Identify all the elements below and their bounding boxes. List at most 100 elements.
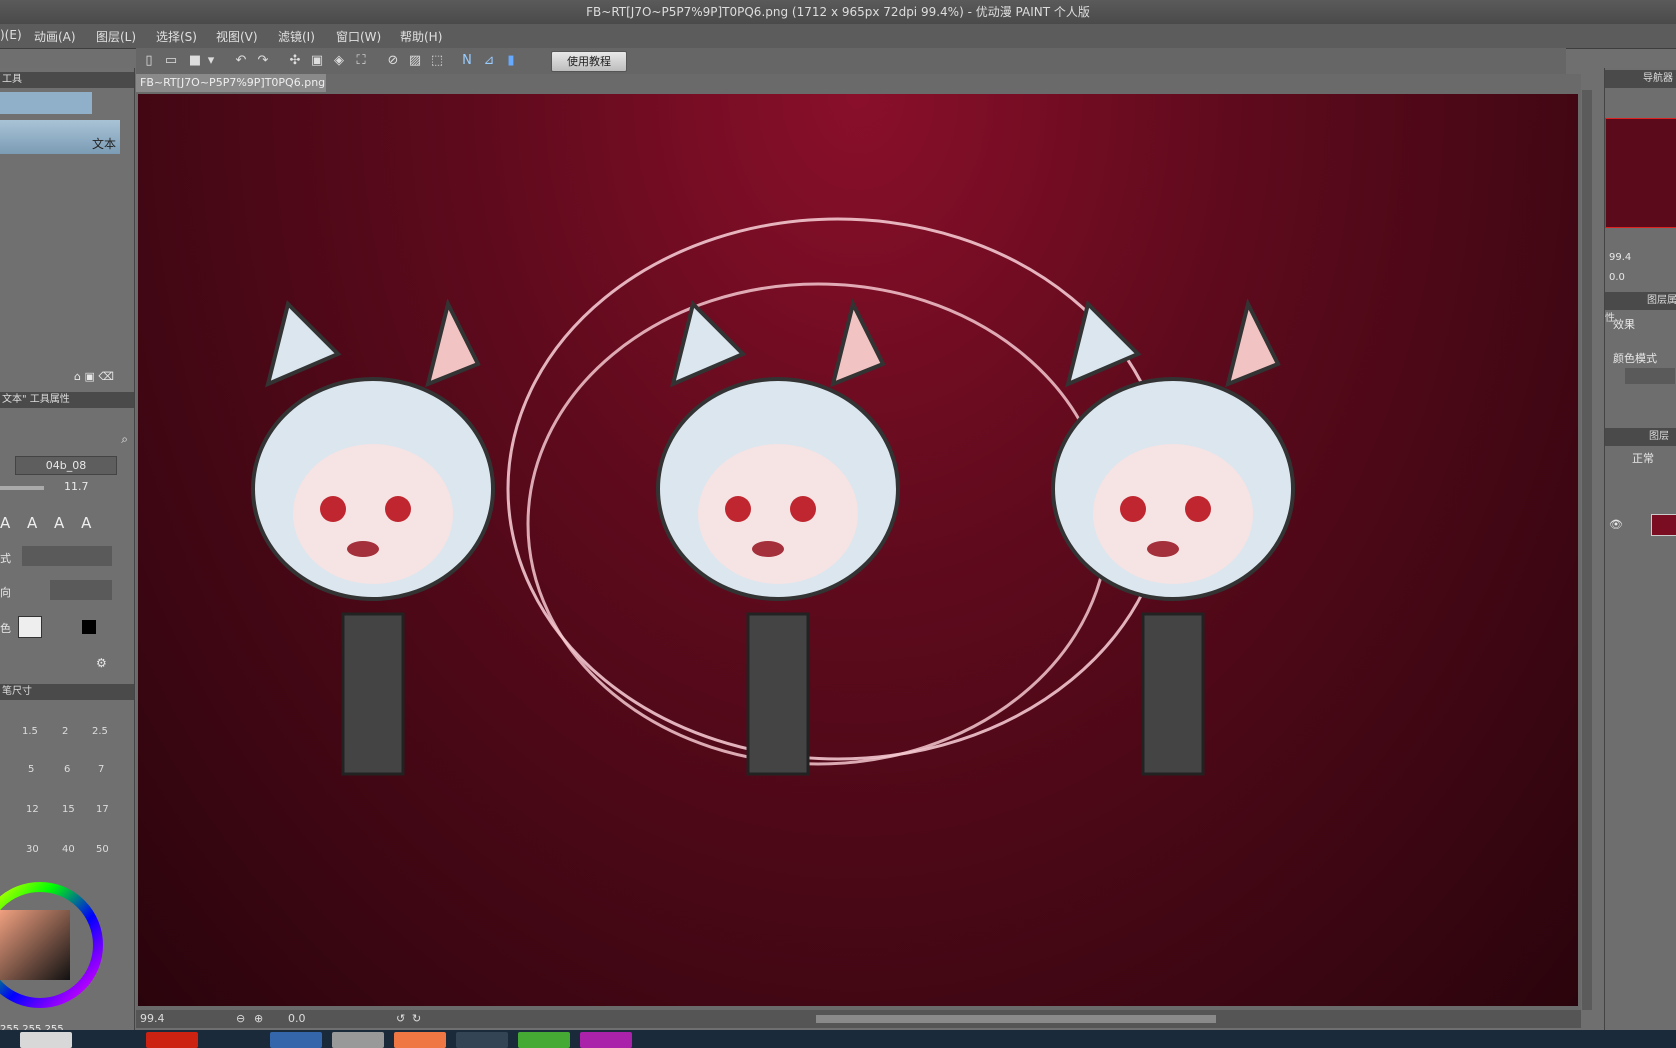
brush-size-option[interactable]: 40 bbox=[62, 844, 75, 855]
alignment-buttons[interactable] bbox=[22, 546, 112, 566]
style-label: 式 bbox=[0, 552, 11, 565]
navigator-zoom-value[interactable]: 99.4 bbox=[1609, 252, 1631, 263]
status-rotate-value[interactable]: 0.0 bbox=[288, 1010, 306, 1028]
main-color-swatch[interactable] bbox=[18, 616, 42, 638]
brush-size-option[interactable]: 5 bbox=[28, 764, 34, 775]
layer-panel-header: 图层 bbox=[1605, 428, 1676, 446]
menu-bar: )(E) 动画(A) 图层(L) 选择(S) 视图(V) 滤镜(I) 窗口(W)… bbox=[0, 24, 1676, 49]
taskbar-app-icon[interactable] bbox=[394, 1032, 446, 1048]
tool-group-button[interactable] bbox=[0, 92, 92, 114]
menu-view[interactable]: 视图(V) bbox=[216, 28, 258, 45]
brush-size-option[interactable]: 6 bbox=[64, 764, 70, 775]
direction-label: 向 bbox=[0, 586, 11, 599]
redo-icon[interactable]: ↷ bbox=[254, 52, 272, 70]
color-mode-button[interactable] bbox=[1625, 368, 1675, 384]
color-mode-label: 颜色模式 bbox=[1613, 352, 1657, 365]
effect-label: 效果 bbox=[1613, 318, 1635, 331]
font-select[interactable]: 04b_08 bbox=[15, 456, 117, 475]
save-dropdown-icon[interactable]: ▾ bbox=[202, 52, 220, 70]
brush-size-option[interactable]: 15 bbox=[62, 804, 75, 815]
canvas-artwork: m bbox=[251, 217, 1295, 776]
document-tab-label: FB~RT[J7O~P5P7%9P]T0PQ6.png bbox=[140, 76, 326, 89]
bucket-icon[interactable]: ◈ bbox=[330, 52, 348, 70]
clear-icon[interactable]: ✣ bbox=[286, 52, 304, 70]
tool-panel-header: 工具 bbox=[0, 72, 134, 88]
menu-edit[interactable]: )(E) bbox=[0, 28, 22, 42]
menu-filter[interactable]: 滤镜(I) bbox=[278, 28, 315, 45]
layer-thumbnail[interactable] bbox=[1651, 514, 1676, 536]
brush-size-header: 笔尺寸 bbox=[0, 684, 134, 700]
rotate-left-icon[interactable]: ↺ bbox=[396, 1010, 405, 1028]
right-panel: 导航器 99.4 0.0 图层属性 效果 颜色模式 图层 正常 👁 bbox=[1604, 68, 1676, 1033]
snap-grid-icon[interactable]: ⊿ bbox=[480, 52, 498, 70]
menu-layer[interactable]: 图层(L) bbox=[96, 28, 136, 45]
window-title: FB~RT[J7O~P5P7%9P]T0PQ6.png (1712 x 965p… bbox=[0, 0, 1676, 25]
layer-panel-title: 图层 bbox=[1649, 431, 1669, 442]
taskbar-app-icon[interactable] bbox=[580, 1032, 632, 1048]
tool-panel-footer-icons[interactable]: ⌂ ▣ ⌫ bbox=[74, 370, 114, 383]
search-icon[interactable]: ⌕ bbox=[121, 432, 128, 447]
os-taskbar bbox=[0, 1030, 1676, 1048]
invert-selection-icon[interactable]: ▨ bbox=[406, 52, 424, 70]
horizontal-scrollbar[interactable] bbox=[816, 1015, 1216, 1023]
color-label: 色 bbox=[0, 622, 11, 635]
menu-animation[interactable]: 动画(A) bbox=[34, 28, 76, 45]
brush-size-grid[interactable]: 1.5 2 2.5 5 6 7 12 15 17 30 40 50 bbox=[0, 704, 120, 864]
taskbar-app-icon[interactable] bbox=[456, 1032, 508, 1048]
rotate-right-icon[interactable]: ↻ bbox=[412, 1010, 421, 1028]
text-tool-item[interactable]: 文本 bbox=[0, 120, 120, 154]
command-bar: ▯ ▭ ■ ▾ ↶ ↷ ✣ ▣ ◈ ⛶ ⊘ ▨ ⬚ N ⊿ ▮ 使用教程 bbox=[136, 48, 1566, 75]
drawing-canvas[interactable]: m bbox=[138, 94, 1578, 1006]
brush-size-option[interactable]: 17 bbox=[96, 804, 109, 815]
new-file-icon[interactable]: ▯ bbox=[140, 52, 158, 70]
brush-size-option[interactable]: 2 bbox=[62, 726, 68, 737]
brush-size-option[interactable]: 7 bbox=[98, 764, 104, 775]
settings-icon[interactable]: ⚙ bbox=[96, 656, 107, 670]
layer-property-header: 图层属性 bbox=[1605, 292, 1676, 324]
taskbar-app-icon[interactable] bbox=[518, 1032, 570, 1048]
chibi-character-right bbox=[1051, 298, 1295, 776]
navigator-preview[interactable] bbox=[1605, 118, 1676, 228]
text-style-buttons[interactable]: A A A A bbox=[0, 514, 97, 532]
layer-visibility-icon[interactable]: 👁 bbox=[1609, 518, 1623, 531]
status-zoom-value[interactable]: 99.4 bbox=[140, 1010, 165, 1028]
snap-ruler-icon[interactable]: N bbox=[458, 52, 476, 70]
undo-icon[interactable]: ↶ bbox=[232, 52, 250, 70]
menu-window[interactable]: 窗口(W) bbox=[336, 28, 381, 45]
canvas-vertical-scrollbar[interactable] bbox=[1582, 90, 1592, 1010]
brush-size-option[interactable]: 50 bbox=[96, 844, 109, 855]
direction-buttons[interactable] bbox=[50, 580, 112, 600]
font-size-value[interactable]: 11.7 bbox=[64, 480, 89, 493]
taskbar-app-icon[interactable] bbox=[332, 1032, 384, 1048]
brush-size-option[interactable]: 12 bbox=[26, 804, 39, 815]
snap-point-icon[interactable]: ▮ bbox=[502, 52, 520, 70]
sub-color-swatch[interactable] bbox=[82, 620, 96, 634]
taskbar-app-icon[interactable] bbox=[146, 1032, 198, 1048]
taskbar-app-icon[interactable] bbox=[270, 1032, 322, 1048]
canvas-area: FB~RT[J7O~P5P7%9P]T0PQ6.png ✖ m bbox=[136, 74, 1581, 1012]
navigator-rotate-value[interactable]: 0.0 bbox=[1609, 272, 1625, 283]
zoom-in-icon[interactable]: ⊕ bbox=[254, 1010, 263, 1028]
text-tool-label: 文本 bbox=[91, 137, 116, 151]
selection-icon[interactable]: ⬚ bbox=[428, 52, 446, 70]
navigator-header: 导航器 bbox=[1605, 70, 1676, 88]
blend-mode-select[interactable]: 正常 bbox=[1609, 450, 1676, 466]
zoom-out-icon[interactable]: ⊖ bbox=[236, 1010, 245, 1028]
left-panel: 工具 文本 ⌂ ▣ ⌫ 文本" 工具属性 ⌕ 04b_08 11.7 A A A… bbox=[0, 68, 135, 1035]
menu-help[interactable]: 帮助(H) bbox=[400, 28, 442, 45]
taskbar-app-icon[interactable] bbox=[20, 1032, 72, 1048]
brush-size-option[interactable]: 2.5 bbox=[92, 726, 108, 737]
tutorial-button[interactable]: 使用教程 bbox=[551, 51, 627, 72]
brush-size-option[interactable]: 30 bbox=[26, 844, 39, 855]
brush-size-option[interactable]: 1.5 bbox=[22, 726, 38, 737]
transform-icon[interactable]: ⛶ bbox=[352, 52, 370, 70]
color-wheel[interactable] bbox=[0, 880, 110, 1010]
menu-select[interactable]: 选择(S) bbox=[156, 28, 197, 45]
navigator-title: 导航器 bbox=[1643, 73, 1673, 84]
fill-icon[interactable]: ▣ bbox=[308, 52, 326, 70]
deselect-icon[interactable]: ⊘ bbox=[384, 52, 402, 70]
open-folder-icon[interactable]: ▭ bbox=[162, 52, 180, 70]
tool-property-header: 文本" 工具属性 bbox=[0, 392, 134, 408]
document-tab[interactable]: FB~RT[J7O~P5P7%9P]T0PQ6.png ✖ bbox=[136, 74, 326, 107]
font-size-slider[interactable] bbox=[0, 486, 44, 490]
